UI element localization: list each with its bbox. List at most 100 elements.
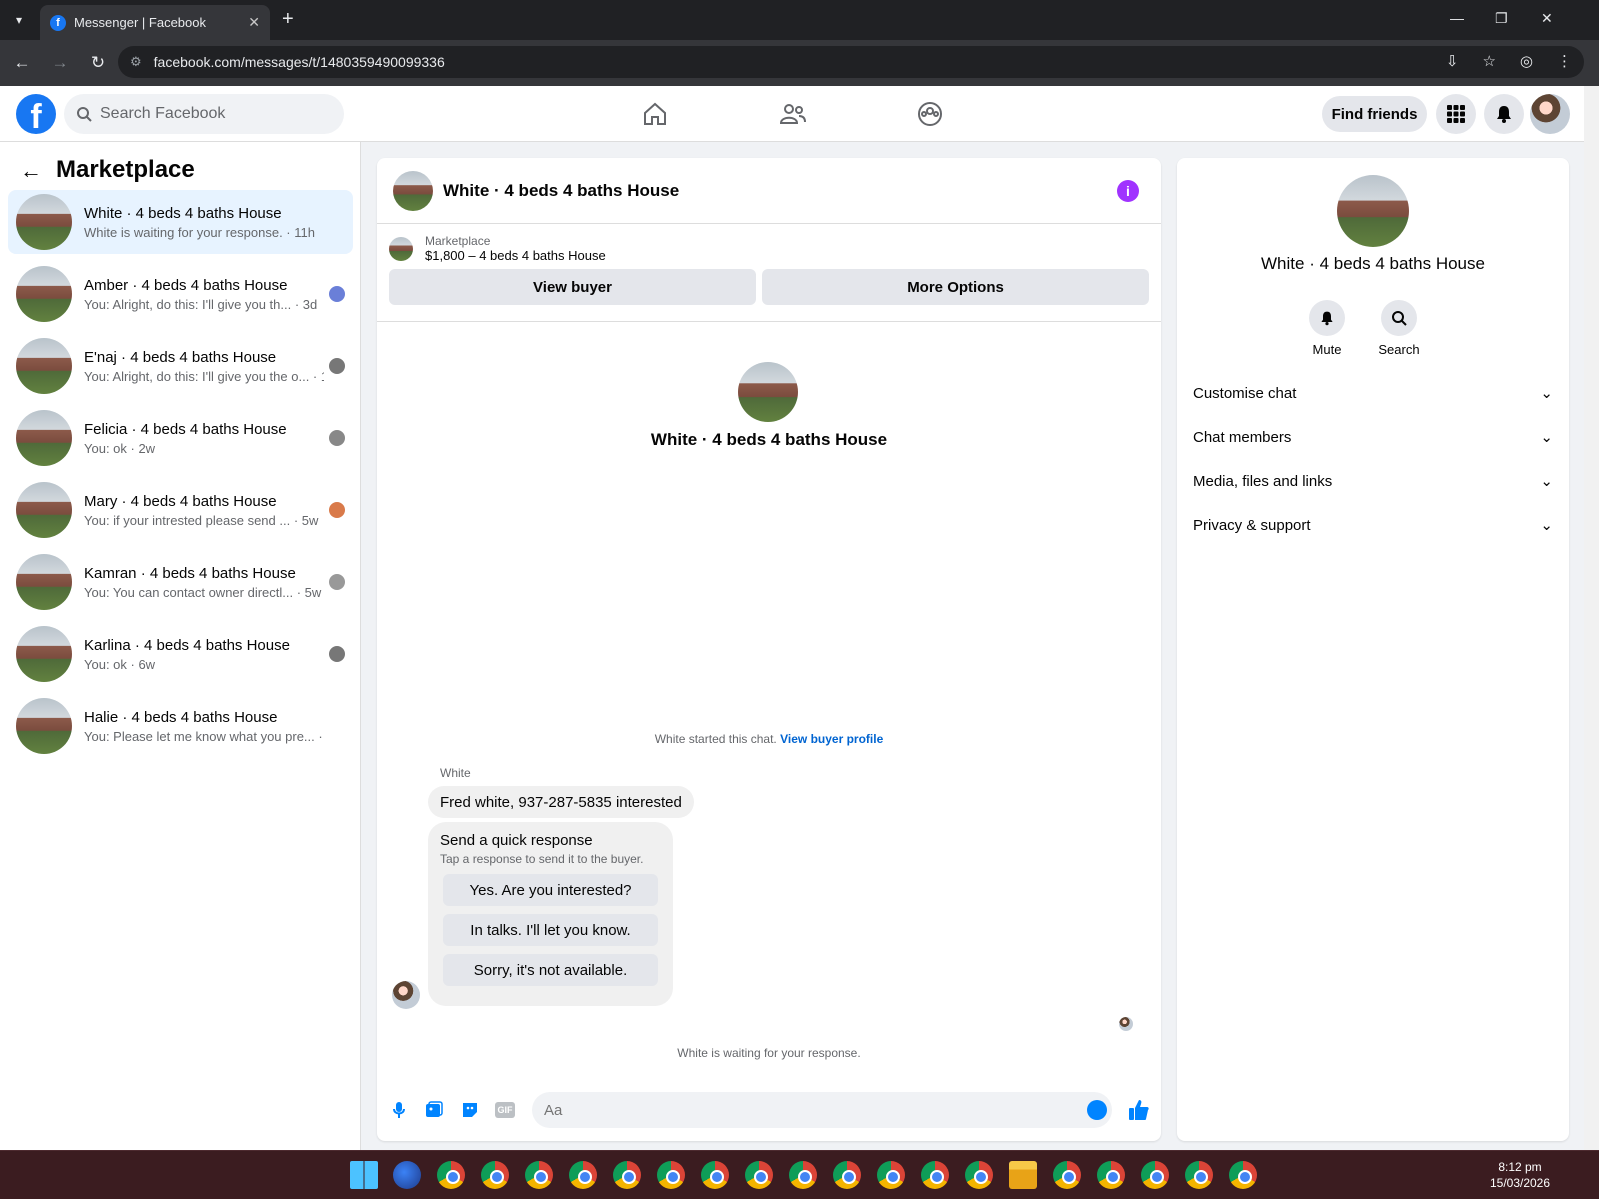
close-tab-icon[interactable]: ✕ [248,14,260,31]
groups-icon[interactable] [912,96,948,132]
conversation-item[interactable]: Mary · 4 beds 4 baths House You: if your … [8,478,353,542]
close-window-icon[interactable]: ✕ [1541,10,1553,27]
chrome-icon[interactable] [613,1161,641,1189]
notifications-bell-icon[interactable] [1484,94,1524,134]
conversation-item[interactable]: Amber · 4 beds 4 baths House You: Alright… [8,262,353,326]
chat-info-panel: White · 4 beds 4 baths House Mute Search… [1177,158,1569,1141]
chrome-icon[interactable] [657,1161,685,1189]
quick-reply-in-talks-button[interactable]: In talks. I'll let you know. [443,914,658,946]
browser-app-icon[interactable] [393,1161,421,1189]
tab-title: Messenger | Facebook [74,15,206,30]
chrome-icon[interactable] [481,1161,509,1189]
chrome-icon[interactable] [965,1161,993,1189]
conversation-avatar [16,338,72,394]
panel-title: Marketplace [56,156,195,183]
search-box[interactable]: Search Facebook [64,94,344,134]
conversation-avatar [16,410,72,466]
site-info-icon[interactable]: ⚙ [130,54,142,70]
chrome-icon[interactable] [1141,1161,1169,1189]
sender-avatar[interactable] [392,981,420,1009]
back-icon[interactable]: ← [6,53,38,73]
chrome-icon[interactable] [701,1161,729,1189]
chevron-down-icon: ⌄ [1540,429,1553,446]
media-files-links-section[interactable]: Media, files and links ⌄ [1193,461,1553,501]
bell-icon [1309,300,1345,336]
conversation-item[interactable]: Kamran · 4 beds 4 baths House You: You ca… [8,550,353,614]
message-bubble[interactable]: Fred white, 937-287-5835 interested [428,786,694,818]
friends-icon[interactable] [775,96,811,132]
chrome-icon[interactable] [921,1161,949,1189]
conversation-name: Halie · 4 beds 4 baths House [84,708,278,726]
customise-chat-section[interactable]: Customise chat ⌄ [1193,373,1553,413]
quick-reply-not-available-button[interactable]: Sorry, it's not available. [443,954,658,986]
browser-tab[interactable]: f Messenger | Facebook ✕ [40,5,270,40]
info-icon[interactable]: i [1117,180,1139,202]
section-label: Chat members [1193,428,1292,446]
new-tab-icon[interactable]: + [282,8,294,31]
chrome-icon[interactable] [833,1161,861,1189]
windows-start-icon[interactable] [350,1161,378,1189]
mute-button[interactable]: Mute [1297,300,1357,357]
chat-members-section[interactable]: Chat members ⌄ [1193,417,1553,457]
chat-avatar[interactable] [393,170,433,211]
chrome-icon[interactable] [569,1161,597,1189]
reload-icon[interactable]: ↻ [82,53,114,73]
privacy-support-section[interactable]: Privacy & support ⌄ [1193,505,1553,545]
search-label: Search [1378,342,1420,357]
chrome-icon[interactable] [525,1161,553,1189]
photo-icon[interactable] [424,1100,444,1120]
install-app-icon[interactable]: ⇩ [1446,52,1459,70]
address-bar[interactable]: ⚙ facebook.com/messages/t/14803594900993… [118,46,1584,78]
view-buyer-button[interactable]: View buyer [389,269,757,305]
conversation-item[interactable]: Felicia · 4 beds 4 baths House You: ok · … [8,406,353,470]
profile-icon[interactable]: ◎ [1520,52,1533,70]
facebook-logo-icon[interactable]: f [16,94,56,134]
conversation-avatar [16,482,72,538]
search-in-chat-button[interactable]: Search [1369,300,1429,357]
like-thumb-icon[interactable] [1127,1098,1151,1127]
browser-menu-icon[interactable]: ⋮ [1557,52,1572,70]
chrome-icon[interactable] [1185,1161,1213,1189]
conversation-snippet: You: Alright, do this: I'll give you the… [84,368,324,384]
message-input[interactable] [532,1092,1112,1128]
restore-icon[interactable]: ❐ [1495,10,1508,27]
page-scrollbar[interactable] [1584,86,1599,1150]
more-options-button[interactable]: More Options [762,269,1149,305]
microphone-icon[interactable] [389,1100,409,1120]
listing-price[interactable]: $1,800 – 4 beds 4 baths House [425,248,606,263]
quick-reply-yes-button[interactable]: Yes. Are you interested? [443,874,658,906]
sticker-icon[interactable] [460,1100,480,1120]
conversation-item[interactable]: E'naj · 4 beds 4 baths House You: Alright… [8,334,353,398]
find-friends-button[interactable]: Find friends [1322,96,1427,132]
account-avatar[interactable] [1530,94,1570,134]
conversation-item[interactable]: White · 4 beds 4 baths House White is wai… [8,190,353,254]
conversation-name: Mary · 4 beds 4 baths House [84,492,277,510]
conversation-intro-name: White · 4 beds 4 baths House [650,430,888,449]
back-arrow-icon[interactable]: ← [20,158,42,184]
chrome-icon[interactable] [877,1161,905,1189]
gif-icon[interactable]: GIF [495,1102,515,1118]
menu-grid-icon[interactable] [1436,94,1476,134]
mute-label: Mute [1312,342,1342,357]
view-buyer-profile-link[interactable]: View buyer profile [780,732,883,746]
listing-thumbnail[interactable] [389,236,413,261]
home-icon[interactable] [637,96,673,132]
conversation-item[interactable]: Halie · 4 beds 4 baths House You: Please … [8,694,353,758]
info-name: White · 4 beds 4 baths House [1261,254,1485,273]
forward-icon[interactable]: → [44,53,76,73]
emoji-icon[interactable] [1087,1100,1107,1120]
tab-search-icon[interactable]: ▾ [8,10,30,30]
conversation-item[interactable]: Karlina · 4 beds 4 baths House You: ok · … [8,622,353,686]
bookmark-star-icon[interactable]: ☆ [1482,52,1495,70]
chrome-icon[interactable] [745,1161,773,1189]
file-explorer-icon[interactable] [1009,1161,1037,1189]
chrome-icon[interactable] [789,1161,817,1189]
chrome-icon[interactable] [1097,1161,1125,1189]
chat-title[interactable]: White · 4 beds 4 baths House [443,181,679,201]
conversation-snippet: You: ok · 6w [84,656,156,672]
system-clock[interactable]: 8:12 pm 15/03/2026 [1480,1159,1560,1191]
chrome-icon[interactable] [437,1161,465,1189]
minimize-icon[interactable]: — [1450,10,1464,26]
chrome-icon[interactable] [1053,1161,1081,1189]
chrome-icon[interactable] [1229,1161,1257,1189]
